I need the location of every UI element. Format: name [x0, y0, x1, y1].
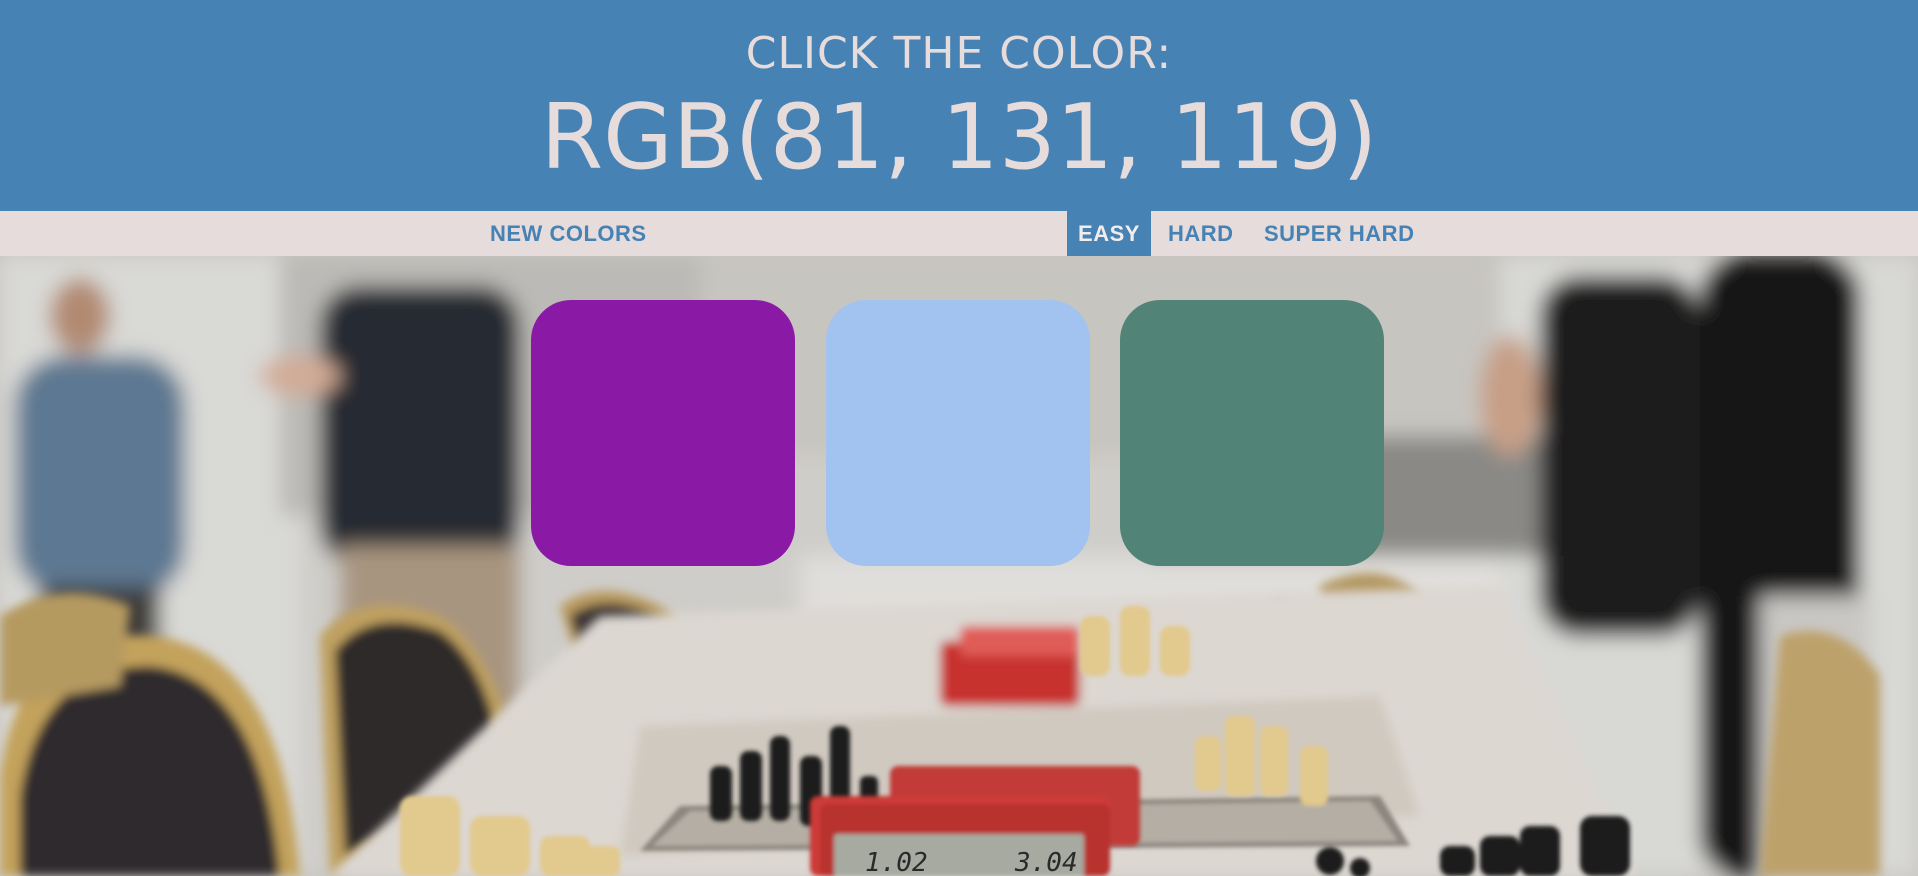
clock-left-time: 1.02 [865, 848, 928, 876]
color-game-app: 1.02 3.04 CLICK THE COLOR: RGB(81, 131, … [0, 0, 1918, 876]
toolbar: NEW COLORS EASY HARD SUPER HARD [0, 211, 1918, 256]
easy-mode-button[interactable]: EASY [1067, 211, 1151, 256]
hard-mode-button[interactable]: HARD [1168, 211, 1234, 256]
clock-right-time: 3.04 [1014, 848, 1078, 876]
color-swatch[interactable] [531, 300, 795, 566]
new-colors-button[interactable]: NEW COLORS [490, 211, 647, 256]
prompt-label: CLICK THE COLOR: [745, 28, 1173, 79]
header: CLICK THE COLOR: RGB(81, 131, 119) [0, 0, 1918, 211]
color-swatch[interactable] [1120, 300, 1384, 566]
target-color-value: RGB(81, 131, 119) [540, 85, 1378, 190]
super-hard-mode-button[interactable]: SUPER HARD [1264, 211, 1414, 256]
color-swatch[interactable] [826, 300, 1090, 566]
